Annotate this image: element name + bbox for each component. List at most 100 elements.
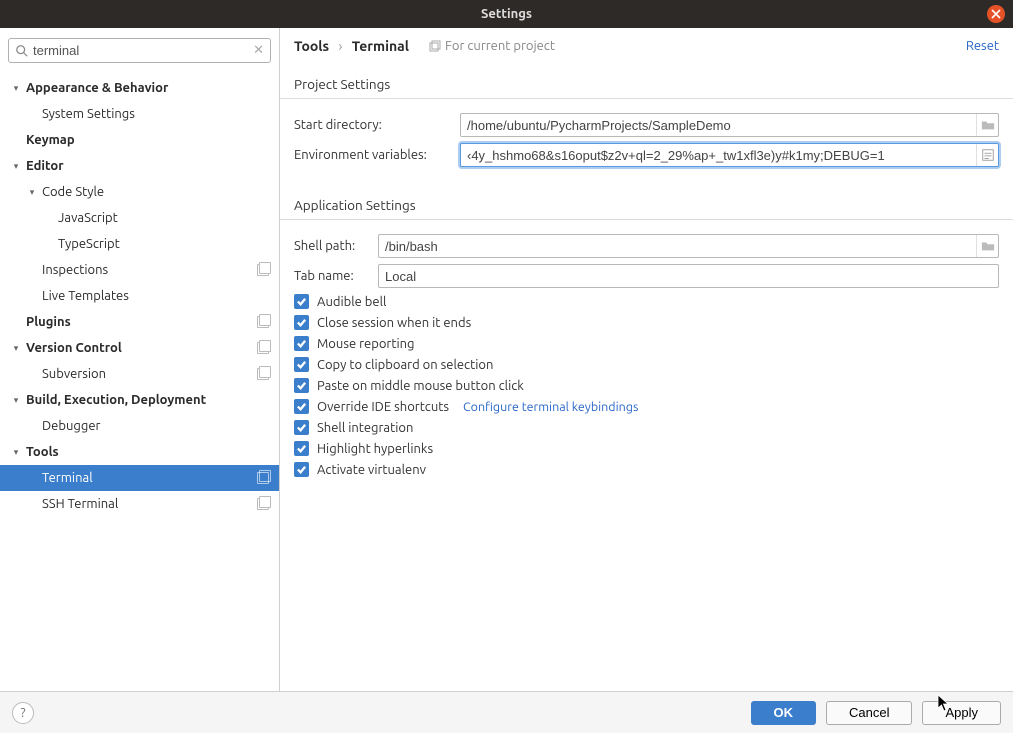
section-application-settings: Application Settings [280,191,1013,220]
checkbox-close-session[interactable] [294,315,309,330]
close-button[interactable] [987,5,1005,23]
checkbox-label: Audible bell [317,295,386,309]
option-activate-venv: Activate virtualenv [294,462,999,477]
env-vars-input[interactable] [461,144,976,166]
settings-tree: ▾ Appearance & Behavior System Settings Key… [0,71,279,691]
browse-folder-icon[interactable] [976,114,998,136]
dialog-footer: ? OK Cancel Apply [0,691,1013,733]
sidebar-item-label: Inspections [42,263,253,277]
sidebar-item-terminal[interactable]: Terminal [0,465,279,491]
checkbox-activate-venv[interactable] [294,462,309,477]
close-icon [991,9,1001,19]
sidebar-item-build-exec-deploy[interactable]: ▾ Build, Execution, Deployment [0,387,279,413]
sidebar-item-ssh-terminal[interactable]: SSH Terminal [0,491,279,517]
checkbox-audible-bell[interactable] [294,294,309,309]
stack-icon [429,40,441,52]
chevron-down-icon: ▾ [26,187,38,198]
sidebar-item-appearance-behavior[interactable]: ▾ Appearance & Behavior [0,75,279,101]
checkbox-paste-middle[interactable] [294,378,309,393]
breadcrumb: Tools › Terminal [294,38,409,54]
sidebar-item-keymap[interactable]: Keymap [0,127,279,153]
checkbox-mouse-reporting[interactable] [294,336,309,351]
sidebar-item-javascript[interactable]: JavaScript [0,205,279,231]
sidebar-item-inspections[interactable]: Inspections [0,257,279,283]
sidebar-item-code-style[interactable]: ▾ Code Style [0,179,279,205]
sidebar-item-label: Build, Execution, Deployment [26,393,269,407]
window-title: Settings [481,7,532,21]
configure-keybindings-link[interactable]: Configure terminal keybindings [463,400,638,414]
chevron-down-icon: ▾ [10,447,22,458]
start-dir-input[interactable] [461,114,976,136]
sidebar-item-label: Keymap [26,133,269,147]
help-button[interactable]: ? [12,702,34,724]
sidebar-item-label: JavaScript [58,211,269,225]
ok-button[interactable]: OK [751,701,817,725]
titlebar: Settings [0,0,1013,28]
option-override-ide: Override IDE shortcuts Configure terminal… [294,399,999,414]
option-paste-middle: Paste on middle mouse button click [294,378,999,393]
sidebar-item-editor[interactable]: ▾ Editor [0,153,279,179]
sidebar-item-label: Debugger [42,419,269,433]
checkbox-label: Override IDE shortcuts [317,400,449,414]
chevron-down-icon: ▾ [10,83,22,94]
reset-link[interactable]: Reset [966,39,999,53]
project-scope-icon [257,264,269,276]
search-input[interactable] [33,43,249,58]
option-highlight-links: Highlight hyperlinks [294,441,999,456]
sidebar-item-label: Editor [26,159,269,173]
tab-name-input[interactable] [379,265,998,287]
sidebar-item-label: Code Style [42,185,269,199]
breadcrumb-part-1: Tools [294,38,329,54]
option-mouse-reporting: Mouse reporting [294,336,999,351]
sidebar-item-subversion[interactable]: Subversion [0,361,279,387]
breadcrumb-sep: › [338,38,342,54]
start-dir-field[interactable] [460,113,999,137]
tab-name-label: Tab name: [294,269,378,283]
checkbox-override-ide[interactable] [294,399,309,414]
option-shell-integration: Shell integration [294,420,999,435]
tab-name-field[interactable] [378,264,999,288]
checkbox-label: Paste on middle mouse button click [317,379,524,393]
checkbox-label: Copy to clipboard on selection [317,358,493,372]
option-close-session: Close session when it ends [294,315,999,330]
chevron-down-icon: ▾ [10,395,22,406]
search-icon [15,44,29,58]
sidebar-item-tools[interactable]: ▾Tools [0,439,279,465]
checkbox-label: Activate virtualenv [317,463,426,477]
sidebar-item-label: Version Control [26,341,253,355]
sidebar-item-label: Plugins [26,315,253,329]
sidebar-item-label: Appearance & Behavior [26,81,269,95]
apply-button[interactable]: Apply [922,701,1001,725]
checkbox-copy-on-select[interactable] [294,357,309,372]
shell-path-input[interactable] [379,235,976,257]
sidebar-item-typescript[interactable]: TypeScript [0,231,279,257]
search-box[interactable]: ✕ [8,38,271,63]
checkbox-highlight-links[interactable] [294,441,309,456]
project-scope-icon [257,498,269,510]
shell-path-field[interactable] [378,234,999,258]
sidebar-item-version-control[interactable]: ▾ Version Control [0,335,279,361]
sidebar-item-plugins[interactable]: Plugins [0,309,279,335]
cancel-button[interactable]: Cancel [826,701,912,725]
sidebar-item-label: SSH Terminal [42,497,253,511]
section-project-settings: Project Settings [280,70,1013,99]
sidebar-item-system-settings[interactable]: System Settings [0,101,279,127]
option-copy-on-select: Copy to clipboard on selection [294,357,999,372]
sidebar: ✕ ▾ Appearance & Behavior System Settings K… [0,28,280,691]
clear-search-icon[interactable]: ✕ [253,43,264,58]
chevron-down-icon: ▾ [10,161,22,172]
checkbox-label: Highlight hyperlinks [317,442,433,456]
env-vars-label: Environment variables: [294,148,460,162]
env-vars-field[interactable] [460,143,999,167]
project-scope-icon [257,342,269,354]
sidebar-item-live-templates[interactable]: Live Templates [0,283,279,309]
expand-list-icon[interactable] [976,144,998,166]
sidebar-item-label: Terminal [42,471,253,485]
sidebar-item-label: Live Templates [42,289,269,303]
checkbox-shell-integration[interactable] [294,420,309,435]
sidebar-item-debugger[interactable]: Debugger [0,413,279,439]
browse-folder-icon[interactable] [976,235,998,257]
project-scope-icon [257,368,269,380]
chevron-down-icon: ▾ [10,343,22,354]
project-scope-badge: For current project [429,39,555,53]
